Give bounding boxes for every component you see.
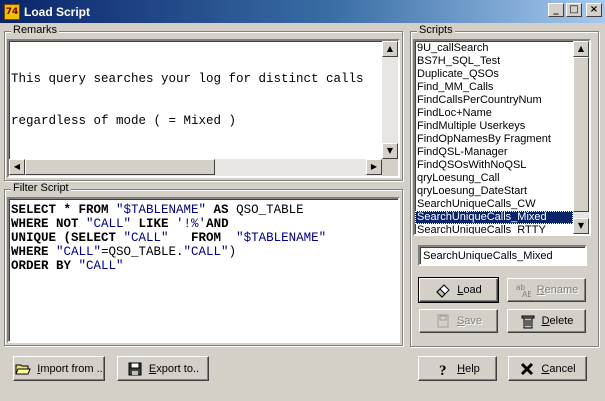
maximize-button[interactable]: □ bbox=[566, 3, 582, 17]
code-token: FROM bbox=[168, 231, 237, 245]
scroll-up-arrow-icon[interactable]: ▲ bbox=[382, 41, 398, 57]
filter-script-line: UNIQUE (SELECT "CALL" FROM "$TABLENAME" bbox=[11, 231, 396, 245]
filter-script-line: ORDER BY "CALL" bbox=[11, 259, 396, 273]
filter-script-line: WHERE NOT "CALL" LIKE '!%'AND bbox=[11, 217, 396, 231]
scripts-label: Scripts bbox=[417, 24, 455, 36]
remarks-vscroll-track[interactable] bbox=[382, 41, 398, 159]
save-disk-icon bbox=[437, 314, 449, 328]
code-token: WHERE NOT bbox=[11, 217, 87, 231]
title-bar[interactable]: 74 Load Script _ □ × bbox=[0, 0, 605, 23]
scroll-down-arrow-icon[interactable]: ▼ bbox=[573, 218, 589, 234]
script-list-item[interactable]: FindQSOsWithNoQSL bbox=[415, 159, 573, 172]
remarks-label: Remarks bbox=[11, 24, 60, 36]
delete-button[interactable]: Delete bbox=[507, 309, 586, 333]
script-list-item[interactable]: Duplicate_QSOs bbox=[415, 68, 573, 81]
script-name-value: SearchUniqueCalls_Mixed bbox=[423, 250, 553, 262]
code-token: AND bbox=[206, 217, 229, 231]
svg-text:AB: AB bbox=[522, 290, 531, 298]
import-button[interactable]: Import from .. bbox=[13, 356, 105, 381]
code-token: "CALL" bbox=[56, 245, 102, 259]
trash-icon bbox=[521, 315, 535, 329]
code-token: WHERE bbox=[11, 245, 57, 259]
script-name-input[interactable]: SearchUniqueCalls_Mixed bbox=[418, 245, 587, 266]
help-button[interactable]: ? Help bbox=[418, 356, 497, 381]
script-list-item[interactable]: SearchUniqueCalls_CW bbox=[415, 198, 573, 211]
script-list-item[interactable]: FindQSL-Manager bbox=[415, 146, 573, 159]
export-button[interactable]: Export to.. bbox=[117, 356, 209, 381]
scroll-corner bbox=[382, 159, 398, 176]
scroll-up-arrow-icon[interactable]: ▲ bbox=[573, 41, 589, 57]
script-list-item[interactable]: 9U_callSearch bbox=[415, 42, 573, 55]
script-list-item[interactable]: BS7H_SQL_Test bbox=[415, 55, 573, 68]
scroll-left-arrow-icon[interactable]: ◀ bbox=[9, 159, 25, 175]
code-token: "CALL" bbox=[86, 217, 132, 231]
filter-script-code: SELECT * FROM "$TABLENAME" AS QSO_TABLE W… bbox=[9, 199, 398, 277]
scroll-down-arrow-icon[interactable]: ▼ bbox=[382, 143, 398, 159]
filter-script-editor[interactable]: SELECT * FROM "$TABLENAME" AS QSO_TABLE W… bbox=[7, 197, 400, 343]
open-folder-icon bbox=[15, 364, 32, 374]
save-button[interactable]: Save bbox=[419, 309, 498, 333]
code-token: QSO_TABLE bbox=[236, 203, 304, 217]
load-button[interactable]: Load bbox=[418, 277, 499, 303]
code-token: AS bbox=[206, 203, 237, 217]
eraser-icon bbox=[436, 284, 450, 298]
window-title: Load Script bbox=[24, 4, 91, 19]
rename-icon: ab AB bbox=[516, 283, 531, 298]
script-list-item[interactable]: SearchUniqueCalls_Mixed bbox=[415, 211, 573, 224]
cancel-button[interactable]: Cancel bbox=[508, 356, 587, 381]
cancel-x-icon bbox=[521, 362, 534, 375]
scripts-listbox[interactable]: 9U_callSearch BS7H_SQL_Test Duplicate_QSOs… bbox=[413, 39, 591, 236]
script-list-item[interactable]: qryLoesung_DateStart bbox=[415, 185, 573, 198]
code-token: ORDER BY bbox=[11, 259, 79, 273]
script-list-item[interactable]: FindMultiple Userkeys bbox=[415, 120, 573, 133]
script-list-item[interactable]: Find_MM_Calls bbox=[415, 81, 573, 94]
script-list-item[interactable]: qryLoesung_Call bbox=[415, 172, 573, 185]
app-icon: 74 bbox=[4, 3, 20, 20]
scroll-right-arrow-icon[interactable]: ▶ bbox=[366, 159, 382, 175]
code-token: =QSO_TABLE. bbox=[101, 245, 184, 259]
code-token: "CALL" bbox=[123, 231, 169, 245]
code-token: UNIQUE (SELECT bbox=[11, 231, 124, 245]
script-list-item[interactable]: FindLoc+Name bbox=[415, 107, 573, 120]
filter-script-line: WHERE "CALL"=QSO_TABLE."CALL") bbox=[11, 245, 396, 259]
script-list-item[interactable]: FindOpNamesBy Fragment bbox=[415, 133, 573, 146]
svg-text:?: ? bbox=[439, 363, 447, 377]
filter-script-label: Filter Script bbox=[11, 182, 71, 194]
code-token: "CALL" bbox=[183, 245, 229, 259]
script-list-item[interactable]: FindCallsPerCountryNum bbox=[415, 94, 573, 107]
code-token: '!%' bbox=[176, 217, 207, 231]
close-button[interactable]: × bbox=[586, 3, 602, 17]
scripts-vscroll-thumb[interactable] bbox=[573, 57, 589, 212]
question-mark-icon: ? bbox=[439, 363, 447, 377]
remarks-textarea[interactable]: This query searches your log for distinc… bbox=[7, 39, 400, 178]
minimize-button[interactable]: _ bbox=[548, 3, 564, 17]
code-token: ) bbox=[228, 245, 237, 259]
remarks-line-1: This query searches your log for distinc… bbox=[11, 72, 364, 86]
code-token: "$TABLENAME" bbox=[236, 231, 327, 245]
rename-button[interactable]: ab AB Rename bbox=[507, 278, 586, 302]
code-token: "$TABLENAME" bbox=[116, 203, 207, 217]
code-token: LIKE bbox=[131, 217, 177, 231]
remarks-hscroll-thumb[interactable] bbox=[25, 159, 215, 175]
remarks-line-2: regardless of mode ( = Mixed ) bbox=[11, 114, 237, 128]
floppy-disk-icon bbox=[128, 362, 142, 375]
script-list-item[interactable]: SearchUniqueCalls_RTTY bbox=[415, 224, 573, 234]
code-token: "CALL" bbox=[78, 259, 124, 273]
code-token: SELECT * FROM bbox=[11, 203, 117, 217]
filter-script-line: SELECT * FROM "$TABLENAME" AS QSO_TABLE bbox=[11, 203, 396, 217]
